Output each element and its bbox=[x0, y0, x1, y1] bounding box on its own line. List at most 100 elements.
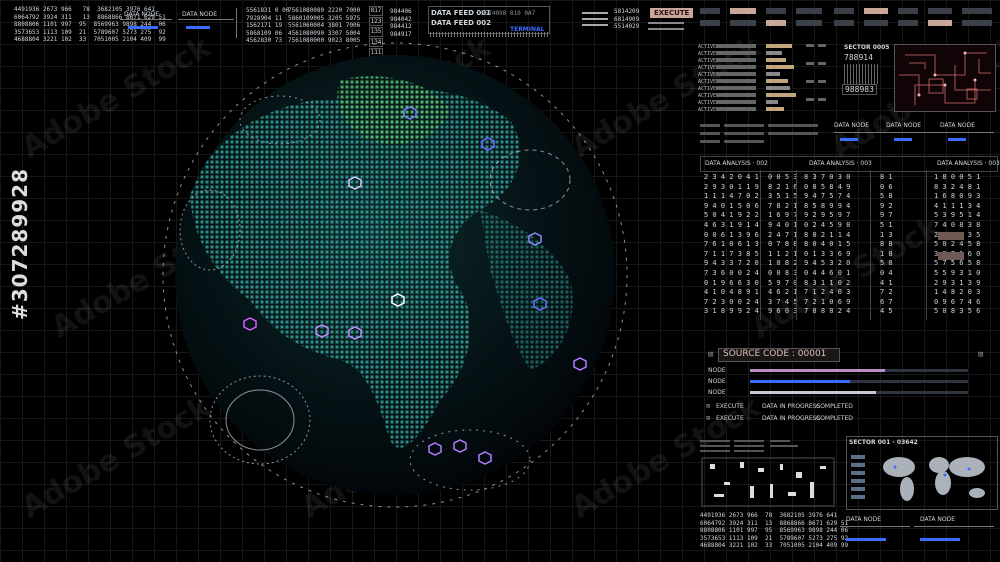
divider bbox=[236, 8, 237, 38]
analysis-column: 0 0 5 3 8 2 1 6 3 5 1 5 7 8 2 1 1 6 9 7 … bbox=[768, 173, 798, 316]
divider bbox=[926, 170, 927, 320]
highlight-chip bbox=[938, 232, 964, 240]
decor-line bbox=[840, 526, 910, 527]
feed-values: 5574098 810 0A7 bbox=[481, 10, 536, 17]
sector-map-panel: SECTOR 001 - 03642 bbox=[846, 436, 998, 510]
mini-world-map bbox=[851, 455, 985, 501]
node-bar bbox=[750, 380, 968, 383]
analysis-header: DATA ANALYSIS · 002 bbox=[705, 160, 768, 167]
svg-text:ACTIVE: ACTIVE bbox=[698, 44, 716, 50]
decor-line bbox=[582, 24, 608, 26]
data-node-label: DATA NODE bbox=[834, 122, 869, 129]
data-feed-label: DATA FEED 002 bbox=[431, 19, 491, 27]
node-bar-fill bbox=[750, 391, 877, 394]
analysis-header-bar: DATA ANALYSIS · 002 DATA ANALYSIS · 003 … bbox=[700, 156, 1000, 172]
code-box: 123 bbox=[369, 16, 383, 26]
analysis-header: DATA ANALYSIS · 003 bbox=[809, 160, 872, 167]
svg-text:ACTIVE: ACTIVE bbox=[698, 79, 716, 85]
divider bbox=[796, 170, 797, 320]
node-label: NODE bbox=[708, 389, 726, 396]
data-node-strip: DATA NODE DATA NODE DATA NODE bbox=[700, 120, 996, 150]
close-icon[interactable]: ⊠ bbox=[708, 350, 713, 360]
data-node-label: DATA NODE bbox=[124, 11, 159, 18]
svg-text:ACTIVE: ACTIVE bbox=[698, 100, 716, 106]
decor-line bbox=[178, 19, 234, 26]
progress-bar bbox=[894, 138, 912, 141]
sector-0005-panel: ACTIVE ACTIVE ACTIVE ACTIVE ACTIVE ACTIVE AC… bbox=[698, 42, 998, 118]
node-label: NODE bbox=[708, 378, 726, 385]
analysis-header: DATA ANALYSIS · 003 bbox=[937, 160, 1000, 167]
sector-map-title: SECTOR 001 - 03642 bbox=[849, 439, 918, 446]
close-icon[interactable]: ⊠ bbox=[978, 350, 983, 360]
source-code-panel: ⊠ SOURCE CODE : 00001 ⊠ NODE NODE NODE ⊠… bbox=[700, 342, 996, 432]
side-numbers: 984406 984042 984412 984917 bbox=[390, 8, 412, 38]
tiles-panel bbox=[700, 438, 840, 508]
circuit-pattern bbox=[899, 51, 991, 105]
terminal-label: TERMINAL bbox=[510, 26, 545, 33]
decor-line bbox=[834, 132, 994, 133]
exec-line-b: DATA IN PROGRESS bbox=[762, 415, 821, 422]
analysis-column: 1 8 0 0 5 1 8 3 2 4 8 1 1 6 8 0 9 3 4 1 … bbox=[934, 173, 981, 316]
progress-bar bbox=[840, 138, 858, 141]
analysis-column: 8 1 0 6 5 8 9 2 9 7 5 1 1 3 8 8 1 8 5 8 … bbox=[880, 173, 893, 316]
data-node-label: DATA NODE bbox=[182, 11, 217, 18]
status-chips bbox=[700, 8, 992, 26]
node-bar-fill bbox=[750, 380, 851, 383]
decor-line bbox=[914, 526, 994, 527]
sector-digits-b: 988983 bbox=[842, 84, 877, 95]
progress-bar bbox=[846, 538, 886, 541]
source-code-header: SOURCE CODE : 00001 bbox=[718, 348, 840, 362]
exec-line-b: DATA IN PROGRESS bbox=[762, 403, 821, 410]
svg-text:ACTIVE: ACTIVE bbox=[698, 93, 716, 99]
checkbox-icon[interactable]: ⊠ bbox=[706, 414, 710, 422]
exec-line-a: EXECUTE bbox=[716, 403, 744, 410]
data-node-label: DATA NODE bbox=[846, 516, 881, 523]
node-bar bbox=[750, 369, 968, 372]
source-code-title: SOURCE CODE : 00001 bbox=[723, 349, 827, 359]
decor-line bbox=[582, 18, 608, 20]
svg-text:ACTIVE: ACTIVE bbox=[698, 58, 716, 64]
exec-line-c: COMPLETED bbox=[816, 415, 853, 422]
svg-text:ACTIVE: ACTIVE bbox=[698, 107, 716, 113]
execute-button[interactable]: EXECUTE bbox=[650, 8, 694, 18]
sector-digits-a: 788914 bbox=[844, 53, 873, 62]
stock-id-label: #307289928 bbox=[8, 167, 32, 320]
sector-title: SECTOR 0005 bbox=[844, 44, 890, 51]
analysis-column: 8 3 7 0 3 0 0 0 5 8 4 9 9 4 7 5 7 4 8 5 … bbox=[804, 173, 851, 316]
progress-bar bbox=[128, 26, 158, 29]
divider bbox=[760, 170, 761, 320]
exec-numbers: 5814209 6814909 5514029 bbox=[614, 8, 640, 30]
numbers-block-bottom-right: 4491936 2673 966 78 3682105 3976 641 606… bbox=[700, 512, 849, 549]
data-node-label: DATA NODE bbox=[920, 516, 955, 523]
tick-rows bbox=[700, 124, 818, 143]
decor-line bbox=[582, 12, 608, 14]
decor-line bbox=[648, 22, 684, 24]
data-node-label: DATA NODE bbox=[886, 122, 921, 129]
node-bar-fill bbox=[750, 369, 886, 372]
holographic-globe bbox=[162, 42, 628, 508]
exec-line-a: EXECUTE bbox=[716, 415, 744, 422]
tile-graphic bbox=[700, 440, 835, 507]
numbers-b: 7561080080 2220 7000 5860109005 3205 597… bbox=[288, 7, 361, 44]
tick-block bbox=[844, 64, 878, 84]
svg-text:ACTIVE: ACTIVE bbox=[698, 72, 716, 78]
progress-bar bbox=[948, 138, 966, 141]
exec-line-c: COMPLETED bbox=[816, 403, 853, 410]
divider bbox=[870, 170, 871, 320]
numbers-a: 5561831 0 00 7928904 11 1562171 19 58681… bbox=[246, 7, 290, 44]
decor-line bbox=[120, 19, 172, 26]
status-chip-strip bbox=[700, 6, 994, 36]
analysis-column: 2 3 4 2 0 4 1 2 9 3 0 1 1 9 1 1 1 4 7 0 … bbox=[704, 173, 759, 316]
code-box: 817 bbox=[369, 6, 383, 16]
code-box: 135 bbox=[369, 27, 383, 37]
svg-text:ACTIVE: ACTIVE bbox=[698, 51, 716, 57]
decor-line bbox=[648, 28, 684, 30]
progress-bar bbox=[920, 538, 960, 541]
node-label: NODE bbox=[708, 367, 726, 374]
checkbox-icon[interactable]: ⊠ bbox=[706, 402, 710, 410]
node-bar bbox=[750, 391, 968, 394]
highlight-chip bbox=[938, 252, 964, 260]
sector-pattern-display bbox=[894, 44, 996, 112]
progress-bar bbox=[186, 26, 210, 29]
svg-text:ACTIVE: ACTIVE bbox=[698, 86, 716, 92]
